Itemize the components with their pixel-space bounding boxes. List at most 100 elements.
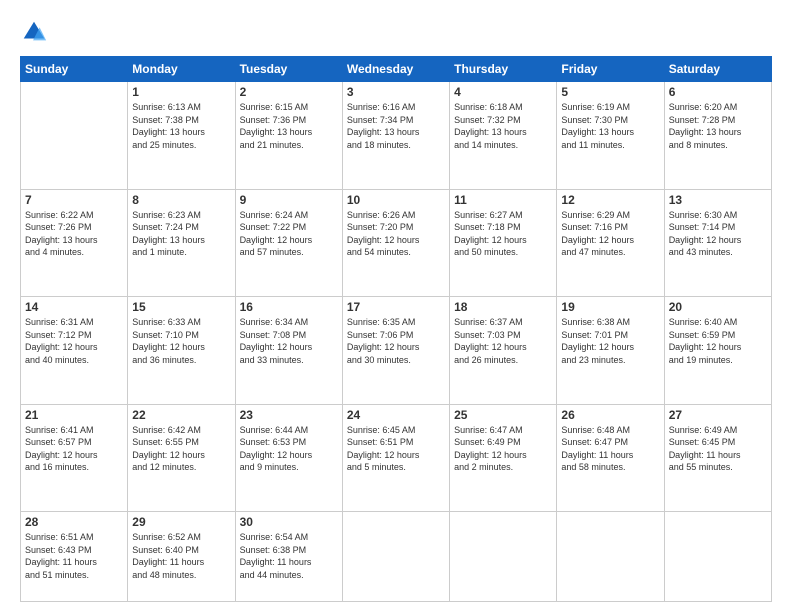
calendar-cell <box>342 512 449 602</box>
calendar-cell: 28 Sunrise: 6:51 AM Sunset: 6:43 PM Dayli… <box>21 512 128 602</box>
calendar-week-1: 1 Sunrise: 6:13 AM Sunset: 7:38 PM Daylig… <box>21 82 772 190</box>
calendar-cell: 19 Sunrise: 6:38 AM Sunset: 7:01 PM Dayli… <box>557 297 664 405</box>
calendar-header-saturday: Saturday <box>664 57 771 82</box>
cell-info-text: Sunrise: 6:45 AM Sunset: 6:51 PM Dayligh… <box>347 424 445 474</box>
cell-day-number: 12 <box>561 193 659 207</box>
cell-info-text: Sunrise: 6:38 AM Sunset: 7:01 PM Dayligh… <box>561 316 659 366</box>
calendar-cell: 24 Sunrise: 6:45 AM Sunset: 6:51 PM Dayli… <box>342 404 449 512</box>
calendar-cell: 6 Sunrise: 6:20 AM Sunset: 7:28 PM Daylig… <box>664 82 771 190</box>
calendar-cell: 16 Sunrise: 6:34 AM Sunset: 7:08 PM Dayli… <box>235 297 342 405</box>
cell-info-text: Sunrise: 6:52 AM Sunset: 6:40 PM Dayligh… <box>132 531 230 581</box>
calendar-cell: 10Sunrise: 6:26 AM Sunset: 7:20 PM Dayli… <box>342 189 449 297</box>
calendar-cell: 3 Sunrise: 6:16 AM Sunset: 7:34 PM Daylig… <box>342 82 449 190</box>
cell-info-text: Sunrise: 6:54 AM Sunset: 6:38 PM Dayligh… <box>240 531 338 581</box>
cell-day-number: 30 <box>240 515 338 529</box>
cell-day-number: 2 <box>240 85 338 99</box>
cell-info-text: Sunrise: 6:48 AM Sunset: 6:47 PM Dayligh… <box>561 424 659 474</box>
calendar-cell: 14Sunrise: 6:31 AM Sunset: 7:12 PM Dayli… <box>21 297 128 405</box>
cell-day-number: 20 <box>669 300 767 314</box>
calendar-cell: 13 Sunrise: 6:30 AM Sunset: 7:14 PM Dayli… <box>664 189 771 297</box>
cell-info-text: Sunrise: 6:47 AM Sunset: 6:49 PM Dayligh… <box>454 424 552 474</box>
page: SundayMondayTuesdayWednesdayThursdayFrid… <box>0 0 792 612</box>
calendar-cell: 20 Sunrise: 6:40 AM Sunset: 6:59 PM Dayli… <box>664 297 771 405</box>
cell-info-text: Sunrise: 6:51 AM Sunset: 6:43 PM Dayligh… <box>25 531 123 581</box>
cell-day-number: 10 <box>347 193 445 207</box>
calendar-cell: 9 Sunrise: 6:24 AM Sunset: 7:22 PM Daylig… <box>235 189 342 297</box>
calendar-cell <box>557 512 664 602</box>
calendar-header-row: SundayMondayTuesdayWednesdayThursdayFrid… <box>21 57 772 82</box>
calendar-cell: 25 Sunrise: 6:47 AM Sunset: 6:49 PM Dayli… <box>450 404 557 512</box>
calendar-cell: 27Sunrise: 6:49 AM Sunset: 6:45 PM Dayli… <box>664 404 771 512</box>
cell-info-text: Sunrise: 6:44 AM Sunset: 6:53 PM Dayligh… <box>240 424 338 474</box>
cell-day-number: 13 <box>669 193 767 207</box>
cell-info-text: Sunrise: 6:41 AM Sunset: 6:57 PM Dayligh… <box>25 424 123 474</box>
calendar-header-wednesday: Wednesday <box>342 57 449 82</box>
cell-info-text: Sunrise: 6:19 AM Sunset: 7:30 PM Dayligh… <box>561 101 659 151</box>
calendar-cell: 1 Sunrise: 6:13 AM Sunset: 7:38 PM Daylig… <box>128 82 235 190</box>
calendar-week-4: 21 Sunrise: 6:41 AM Sunset: 6:57 PM Dayli… <box>21 404 772 512</box>
cell-info-text: Sunrise: 6:30 AM Sunset: 7:14 PM Dayligh… <box>669 209 767 259</box>
cell-info-text: Sunrise: 6:29 AM Sunset: 7:16 PM Dayligh… <box>561 209 659 259</box>
cell-info-text: Sunrise: 6:33 AM Sunset: 7:10 PM Dayligh… <box>132 316 230 366</box>
cell-day-number: 25 <box>454 408 552 422</box>
cell-info-text: Sunrise: 6:27 AM Sunset: 7:18 PM Dayligh… <box>454 209 552 259</box>
cell-info-text: Sunrise: 6:24 AM Sunset: 7:22 PM Dayligh… <box>240 209 338 259</box>
cell-day-number: 28 <box>25 515 123 529</box>
cell-day-number: 14 <box>25 300 123 314</box>
calendar-cell: 18Sunrise: 6:37 AM Sunset: 7:03 PM Dayli… <box>450 297 557 405</box>
calendar-cell: 17 Sunrise: 6:35 AM Sunset: 7:06 PM Dayli… <box>342 297 449 405</box>
cell-day-number: 18 <box>454 300 552 314</box>
cell-info-text: Sunrise: 6:40 AM Sunset: 6:59 PM Dayligh… <box>669 316 767 366</box>
cell-info-text: Sunrise: 6:23 AM Sunset: 7:24 PM Dayligh… <box>132 209 230 259</box>
logo-icon <box>20 18 48 46</box>
cell-day-number: 4 <box>454 85 552 99</box>
calendar-cell: 21 Sunrise: 6:41 AM Sunset: 6:57 PM Dayli… <box>21 404 128 512</box>
cell-day-number: 3 <box>347 85 445 99</box>
cell-info-text: Sunrise: 6:22 AM Sunset: 7:26 PM Dayligh… <box>25 209 123 259</box>
cell-day-number: 19 <box>561 300 659 314</box>
calendar-cell: 7Sunrise: 6:22 AM Sunset: 7:26 PM Daylig… <box>21 189 128 297</box>
cell-day-number: 1 <box>132 85 230 99</box>
calendar-cell: 30 Sunrise: 6:54 AM Sunset: 6:38 PM Dayli… <box>235 512 342 602</box>
calendar-cell: 8 Sunrise: 6:23 AM Sunset: 7:24 PM Daylig… <box>128 189 235 297</box>
cell-day-number: 9 <box>240 193 338 207</box>
calendar-week-5: 28 Sunrise: 6:51 AM Sunset: 6:43 PM Dayli… <box>21 512 772 602</box>
calendar-header-sunday: Sunday <box>21 57 128 82</box>
cell-day-number: 24 <box>347 408 445 422</box>
calendar-cell: 26 Sunrise: 6:48 AM Sunset: 6:47 PM Dayli… <box>557 404 664 512</box>
cell-day-number: 17 <box>347 300 445 314</box>
calendar-cell <box>21 82 128 190</box>
calendar-header-friday: Friday <box>557 57 664 82</box>
cell-info-text: Sunrise: 6:42 AM Sunset: 6:55 PM Dayligh… <box>132 424 230 474</box>
logo <box>20 18 52 46</box>
cell-day-number: 11 <box>454 193 552 207</box>
cell-info-text: Sunrise: 6:13 AM Sunset: 7:38 PM Dayligh… <box>132 101 230 151</box>
calendar-cell: 4 Sunrise: 6:18 AM Sunset: 7:32 PM Daylig… <box>450 82 557 190</box>
cell-info-text: Sunrise: 6:35 AM Sunset: 7:06 PM Dayligh… <box>347 316 445 366</box>
cell-day-number: 6 <box>669 85 767 99</box>
cell-day-number: 22 <box>132 408 230 422</box>
calendar-header-tuesday: Tuesday <box>235 57 342 82</box>
cell-info-text: Sunrise: 6:34 AM Sunset: 7:08 PM Dayligh… <box>240 316 338 366</box>
cell-info-text: Sunrise: 6:49 AM Sunset: 6:45 PM Dayligh… <box>669 424 767 474</box>
cell-info-text: Sunrise: 6:18 AM Sunset: 7:32 PM Dayligh… <box>454 101 552 151</box>
calendar-header-monday: Monday <box>128 57 235 82</box>
calendar-cell: 2Sunrise: 6:15 AM Sunset: 7:36 PM Daylig… <box>235 82 342 190</box>
cell-day-number: 5 <box>561 85 659 99</box>
cell-info-text: Sunrise: 6:20 AM Sunset: 7:28 PM Dayligh… <box>669 101 767 151</box>
cell-day-number: 16 <box>240 300 338 314</box>
calendar-cell: 22 Sunrise: 6:42 AM Sunset: 6:55 PM Dayli… <box>128 404 235 512</box>
header <box>20 18 772 46</box>
cell-day-number: 26 <box>561 408 659 422</box>
calendar-cell: 15Sunrise: 6:33 AM Sunset: 7:10 PM Dayli… <box>128 297 235 405</box>
cell-info-text: Sunrise: 6:16 AM Sunset: 7:34 PM Dayligh… <box>347 101 445 151</box>
calendar-week-2: 7Sunrise: 6:22 AM Sunset: 7:26 PM Daylig… <box>21 189 772 297</box>
calendar-week-3: 14Sunrise: 6:31 AM Sunset: 7:12 PM Dayli… <box>21 297 772 405</box>
calendar-header-thursday: Thursday <box>450 57 557 82</box>
calendar-cell: 23Sunrise: 6:44 AM Sunset: 6:53 PM Dayli… <box>235 404 342 512</box>
cell-day-number: 21 <box>25 408 123 422</box>
calendar-table: SundayMondayTuesdayWednesdayThursdayFrid… <box>20 56 772 602</box>
calendar-cell <box>664 512 771 602</box>
cell-day-number: 8 <box>132 193 230 207</box>
calendar-cell: 12 Sunrise: 6:29 AM Sunset: 7:16 PM Dayli… <box>557 189 664 297</box>
